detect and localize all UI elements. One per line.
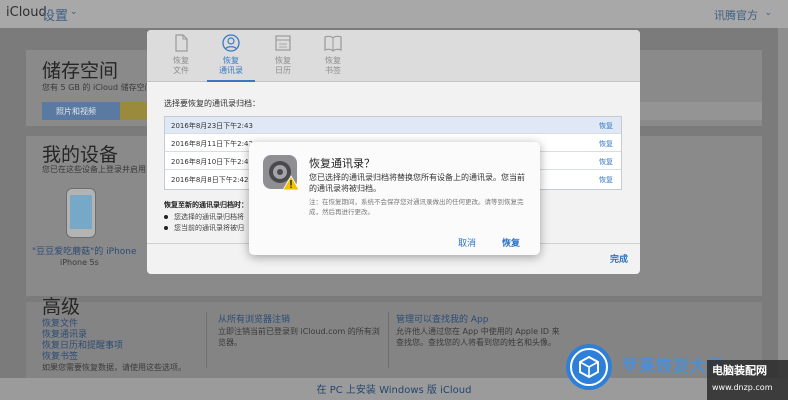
archive-row[interactable]: 2016年8月23日下午2:43 恢复: [165, 117, 621, 134]
tab-label-line2: 日历: [275, 66, 291, 75]
archive-restore-link[interactable]: 恢复: [599, 121, 613, 131]
sign-out-browsers-link[interactable]: 从所有浏览器注销: [218, 312, 290, 325]
storage-bar-label: 照片和视频: [56, 107, 96, 116]
calendar-icon: [275, 35, 291, 51]
cancel-button[interactable]: 取消: [458, 236, 476, 249]
archive-restore-link[interactable]: 恢复: [599, 139, 613, 149]
tab-label-line1: 恢复: [325, 56, 341, 65]
devices-subtitle: 您已在这些设备上登录并启用: [42, 165, 146, 174]
dialog-message: 您已选择的通讯录归档将替换您所有设备上的通讯录。您当前的通讯录将被归档。: [309, 173, 525, 193]
restore-tabs: 恢复 文件 恢复 通讯录 恢复 日历 恢复 书签: [147, 30, 640, 82]
account-chevron-icon[interactable]: ⌄: [764, 8, 772, 18]
done-button[interactable]: 完成: [610, 252, 628, 265]
restore-button[interactable]: 恢复: [502, 236, 520, 249]
sign-out-browsers-text: 立即注销当前已登录到 iCloud.com 的所有浏览器。: [218, 327, 380, 347]
archive-date: 2016年8月8日下午2:42: [171, 176, 249, 184]
device-name[interactable]: "豆豆爱吃蘑菇"的 iPhone: [32, 244, 137, 257]
advanced-hint: 如果您需要恢复数据，请使用这些选项。: [42, 363, 186, 372]
account-menu[interactable]: 讯腾官方: [714, 7, 758, 23]
restore-note-text: 您选择的通讯录归档将: [174, 213, 244, 221]
app-title: iCloud: [6, 5, 47, 20]
page-scrollbar[interactable]: [778, 28, 788, 378]
tab-label-line1: 恢复: [223, 56, 239, 65]
tab-restore-files[interactable]: 恢复 文件: [157, 34, 205, 76]
settings-menu[interactable]: 设置: [42, 5, 68, 24]
watermark-site-url: www.dnzp.com: [712, 383, 773, 392]
archive-prompt: 选择要恢复的通讯录归档：: [164, 99, 260, 108]
tab-label-line1: 恢复: [173, 56, 189, 65]
storage-title: 储存空间: [42, 60, 119, 82]
divider: [388, 312, 389, 368]
restore-bookmarks-link[interactable]: 恢复书签: [42, 349, 78, 362]
bullet-icon: [164, 215, 168, 219]
tab-label-line2: 书签: [325, 66, 341, 75]
tab-label-line2: 通讯录: [219, 66, 243, 75]
archive-date: 2016年8月10日下午2:42: [171, 158, 253, 166]
restore-contacts-dialog: 恢复通讯录？ 您已选择的通讯录归档将替换您所有设备上的通讯录。您当前的通讯录将被…: [249, 142, 540, 255]
archive-date: 2016年8月23日下午2:43: [171, 122, 253, 130]
watermark-logo-icon: [566, 344, 612, 390]
tab-restore-bookmarks[interactable]: 恢复 书签: [309, 34, 357, 76]
install-windows-icloud-link[interactable]: 在 PC 上安装 Windows 版 iCloud: [317, 385, 472, 396]
settings-warning-icon: [263, 155, 300, 191]
archive-restore-link[interactable]: 恢复: [599, 175, 613, 185]
tab-label-line1: 恢复: [275, 56, 291, 65]
divider: [206, 312, 207, 368]
chevron-down-icon[interactable]: ⌄: [70, 7, 78, 17]
dialog-title: 恢复通讯录？: [309, 157, 375, 170]
file-icon: [175, 34, 188, 52]
top-bar: iCloud 设置 ⌄ 讯腾官方 ⌄: [0, 0, 788, 28]
archive-date: 2016年8月11日下午2:42: [171, 140, 253, 148]
storage-subtitle: 您有 5 GB 的 iCloud 储存空间: [42, 83, 153, 92]
find-me-link[interactable]: 管理可以查找我的 App: [396, 312, 488, 325]
iphone-image[interactable]: [66, 188, 96, 238]
archive-restore-link[interactable]: 恢复: [599, 157, 613, 167]
restore-note-text: 您当前的通讯录将被归: [174, 224, 244, 232]
device-model: iPhone 5s: [60, 258, 99, 267]
tab-restore-contacts[interactable]: 恢复 通讯录: [207, 34, 255, 82]
contacts-icon: [222, 34, 240, 52]
devices-title: 我的设备: [42, 144, 119, 166]
find-me-text: 允许他人通过您在 App 中使用的 Apple ID 来查找您。查找您的人将看到…: [396, 327, 560, 347]
bullet-icon: [164, 226, 168, 230]
restore-note-item: 您当前的通讯录将被归: [164, 223, 244, 233]
restore-note-title: 恢复至新的通讯录归档时：: [164, 201, 248, 209]
advanced-title: 高级: [42, 296, 81, 318]
restore-note-item: 您选择的通讯录归档将: [164, 212, 244, 222]
tab-label-line2: 文件: [173, 66, 189, 75]
dialog-note: 注：在恢复期间，系统不会保存您对通讯录做出的任何更改。请等到恢复完成，然后再进行…: [309, 198, 524, 216]
tab-restore-calendar[interactable]: 恢复 日历: [259, 34, 307, 76]
watermark-site-name: 电脑装配网: [712, 364, 767, 377]
bookmark-icon: [324, 35, 342, 52]
footer: 在 PC 上安装 Windows 版 iCloud: [0, 378, 788, 400]
